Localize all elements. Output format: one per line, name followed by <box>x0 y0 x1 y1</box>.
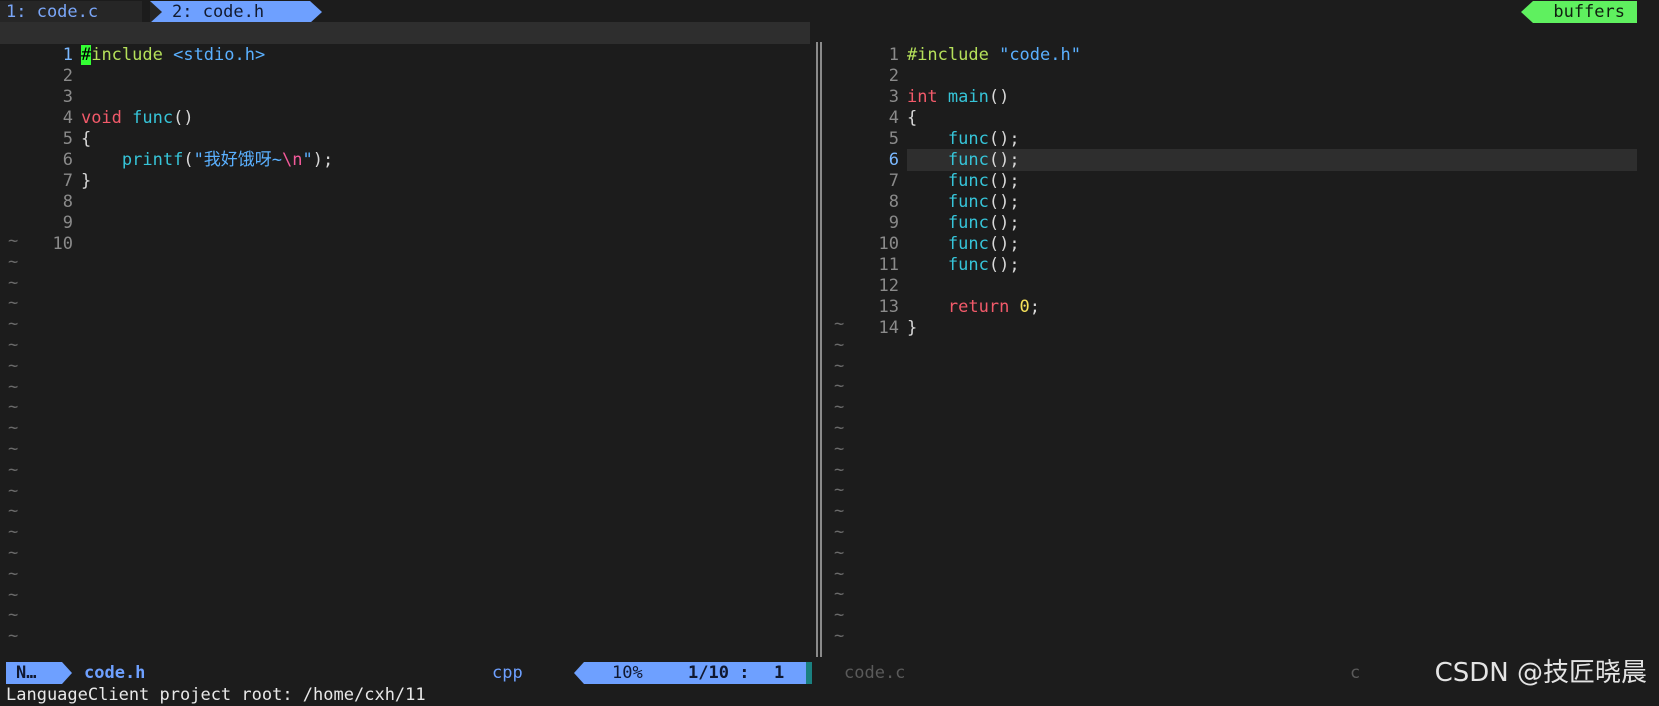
code-line[interactable]: 9 func(); <box>826 190 1639 233</box>
tabline: 1: code.c 2: code.h buffers <box>0 0 1659 23</box>
empty-line-tilde: ~ <box>834 418 845 438</box>
empty-line-tilde: ~ <box>8 626 19 647</box>
empty-line-tilde: ~ <box>834 480 845 501</box>
status-end-block <box>806 662 812 684</box>
code-line[interactable]: 8 <box>0 169 810 212</box>
empty-line-tilde: ~ <box>8 293 19 314</box>
inactive-status-filename: code.c <box>844 663 906 683</box>
empty-line-tilde: ~ <box>8 522 19 543</box>
empty-line-tilde: ~ <box>834 522 845 542</box>
right-editor-pane[interactable]: 1 #include "code.h" 2 3 int main() 4{ 5 fu… <box>826 22 1639 660</box>
code-line[interactable]: 4{ <box>826 85 1639 128</box>
empty-line-tilde: ~ <box>834 542 845 563</box>
status-filetype: cpp <box>492 663 523 683</box>
inactive-status-filetype: c <box>1350 663 1361 683</box>
empty-line-tilde: ~ <box>8 251 19 272</box>
empty-line-tilde: ~ <box>834 314 845 334</box>
empty-line-tilde: ~ <box>8 355 19 376</box>
code-line[interactable]: 1 #include "code.h" <box>826 22 1639 65</box>
empty-line-tilde: ~ <box>8 397 19 418</box>
empty-line-tilde: ~ <box>834 355 845 376</box>
empty-line-tilde: ~ <box>834 438 845 459</box>
empty-line-tilde: ~ <box>834 626 845 646</box>
code-line[interactable]: 7 func(); <box>826 148 1639 191</box>
empty-line-tilde: ~ <box>834 397 845 418</box>
command-line[interactable]: LanguageClient project root: /home/cxh/1… <box>6 684 426 706</box>
empty-line-tilde: ~ <box>8 605 19 626</box>
code-line[interactable]: 11 func(); <box>826 232 1639 275</box>
status-column: 1 <box>774 663 785 683</box>
code-line[interactable]: 8 func(); <box>826 169 1639 212</box>
tab-code-h[interactable]: 2: code.h <box>150 1 322 23</box>
code-line[interactable]: 12 <box>826 253 1639 296</box>
code-line[interactable]: 4 void func() <box>0 85 810 128</box>
empty-line-tilde: ~ <box>8 418 19 439</box>
empty-line-tilde: ~ <box>8 231 19 251</box>
statusline: N… code.h cpp 10% 1/10 : 1 code.c c <box>0 660 1659 684</box>
watermark: CSDN @技匠晓晨 <box>1434 658 1647 688</box>
status-lines: 1/10 : <box>688 663 750 683</box>
empty-line-tilde: ~ <box>834 376 845 397</box>
empty-line-tilde: ~ <box>8 459 19 480</box>
empty-line-tilde: ~ <box>834 584 845 605</box>
empty-line-tilde: ~ <box>8 376 19 397</box>
empty-line-tilde: ~ <box>8 439 19 459</box>
status-percent: 10% <box>612 663 643 683</box>
code-line[interactable]: 2 <box>0 43 810 86</box>
code-line[interactable]: 10 func(); <box>826 211 1639 254</box>
empty-line-tilde: ~ <box>8 543 19 563</box>
empty-line-tilde: ~ <box>834 605 845 626</box>
buffers-indicator: buffers <box>1521 1 1637 23</box>
empty-line-tilde: ~ <box>834 459 845 480</box>
code-line[interactable]: 5{ <box>0 106 810 149</box>
left-editor-pane[interactable]: 1 #include <stdio.h> 2 3 4 void func() 5{ … <box>0 22 810 660</box>
code-line[interactable]: 13 return 0; <box>826 274 1639 317</box>
code-line[interactable]: 6 func(); <box>826 127 1639 171</box>
code-line[interactable]: 9 <box>0 190 810 233</box>
code-line[interactable]: 2 <box>826 43 1639 86</box>
empty-line-tilde: ~ <box>8 480 19 501</box>
empty-line-tilde: ~ <box>834 563 845 584</box>
empty-line-tilde: ~ <box>834 334 845 355</box>
empty-line-tilde: ~ <box>8 314 19 335</box>
tab-code-c[interactable]: 1: code.c <box>0 1 142 23</box>
empty-line-tilde: ~ <box>8 563 19 584</box>
split-bar <box>816 42 822 657</box>
code-line[interactable]: 3 int main() <box>826 64 1639 107</box>
status-position: 10% 1/10 : 1 <box>574 662 806 684</box>
code-line[interactable]: 7} <box>0 148 810 191</box>
empty-line-tilde: ~ <box>834 501 845 522</box>
empty-line-tilde: ~ <box>8 584 19 605</box>
code-line[interactable]: 6 printf("我好饿呀~\n"); <box>0 127 810 170</box>
mode-indicator: N… <box>6 662 72 684</box>
empty-line-tilde: ~ <box>8 335 19 355</box>
status-filename: code.h <box>84 663 146 683</box>
empty-line-tilde: ~ <box>8 272 19 293</box>
code-line[interactable]: 5 func(); <box>826 106 1639 149</box>
vertical-split-divider[interactable] <box>814 22 824 660</box>
code-line[interactable]: 1 #include <stdio.h> <box>0 22 810 65</box>
empty-line-tilde: ~ <box>8 501 19 522</box>
code-line[interactable]: 3 <box>0 64 810 107</box>
